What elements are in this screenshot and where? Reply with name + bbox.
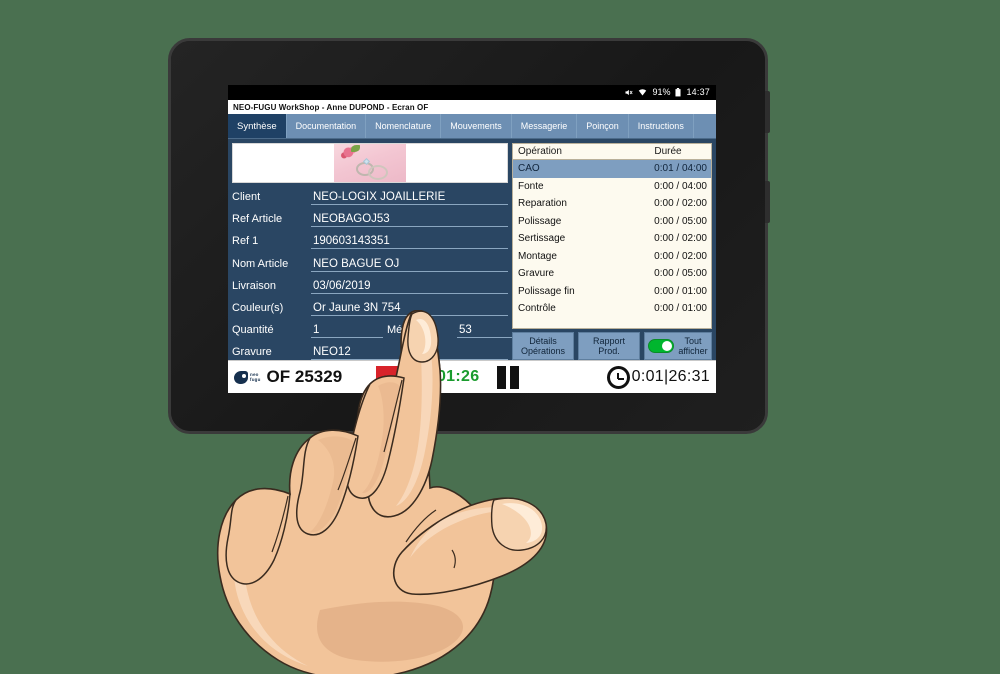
total-timer: 0:01|26:31 bbox=[606, 365, 710, 389]
hand-illustration bbox=[216, 310, 548, 674]
cell-operation: CAO bbox=[518, 163, 540, 175]
cell-operation: Reparation bbox=[518, 198, 567, 210]
cell-duration: 0:00 / 05:00 bbox=[654, 268, 707, 280]
clock-icon bbox=[606, 365, 630, 389]
table-row[interactable]: Fonte 0:00 / 04:00 bbox=[513, 178, 711, 196]
show-all-label-line2: afficher bbox=[678, 346, 708, 356]
rapport-prod-button[interactable]: Rapport Prod. bbox=[578, 332, 640, 360]
cell-duration: 0:00 / 01:00 bbox=[654, 303, 707, 315]
hand-shape bbox=[216, 310, 548, 674]
tab-nomenclature[interactable]: Nomenclature bbox=[366, 114, 442, 138]
mute-icon bbox=[624, 88, 634, 97]
tab-synthese[interactable]: Synthèse bbox=[228, 114, 287, 138]
table-row[interactable]: Reparation 0:00 / 02:00 bbox=[513, 195, 711, 213]
column-header-operation: Opération bbox=[518, 146, 562, 157]
cell-duration: 0:00 / 05:00 bbox=[654, 215, 707, 227]
tab-label: Nomenclature bbox=[375, 121, 432, 131]
field-label: Ref Article bbox=[232, 213, 283, 226]
cell-duration: 0:00 / 02:00 bbox=[654, 198, 707, 210]
show-all-toggle[interactable] bbox=[648, 339, 675, 353]
wedding-rings-photo bbox=[334, 144, 406, 182]
field-row-ref-article: Ref Article NEOBAGOJ53 bbox=[232, 205, 508, 228]
show-all-button[interactable]: Tout afficher bbox=[644, 332, 712, 360]
tab-label: Poinçon bbox=[586, 121, 619, 131]
field-row-ref1: Ref 1 190603143351 bbox=[232, 227, 508, 250]
cell-operation: Gravure bbox=[518, 268, 555, 280]
table-row[interactable]: Gravure 0:00 / 05:00 bbox=[513, 265, 711, 283]
tab-messagerie[interactable]: Messagerie bbox=[512, 114, 578, 138]
ring-shape-icon bbox=[368, 165, 388, 180]
field-row-livraison: Livraison 03/06/2019 bbox=[232, 272, 508, 294]
field-value-client[interactable]: NEO-LOGIX JOAILLERIE bbox=[311, 191, 508, 206]
field-value-ref1[interactable]: 190603143351 bbox=[311, 235, 508, 250]
total-timer-label: 0:01|26:31 bbox=[631, 368, 710, 385]
field-row-client: Client NEO-LOGIX JOAILLERIE bbox=[232, 183, 508, 206]
cell-operation: Polissage bbox=[518, 215, 562, 227]
tab-label: Mouvements bbox=[450, 121, 502, 131]
tab-mouvements[interactable]: Mouvements bbox=[441, 114, 512, 138]
show-all-label-line1: Tout bbox=[684, 335, 702, 346]
table-row[interactable]: Polissage 0:00 / 05:00 bbox=[513, 213, 711, 231]
tab-label: Synthèse bbox=[237, 120, 277, 132]
tab-label: Instructions bbox=[637, 121, 684, 131]
operations-table: Opération Durée CAO 0:01 / 04:00 Fonte 0… bbox=[512, 143, 712, 329]
battery-percent-label: 91% bbox=[652, 87, 671, 97]
cell-duration: 0:00 / 02:00 bbox=[654, 250, 707, 262]
tab-bar: Synthèse Documentation Nomenclature Mouv… bbox=[228, 114, 716, 139]
field-label: Nom Article bbox=[232, 257, 289, 270]
field-label: Ref 1 bbox=[232, 235, 259, 248]
toggle-knob bbox=[662, 341, 673, 351]
rose-decoration-icon bbox=[351, 145, 360, 152]
cell-duration: 0:00 / 02:00 bbox=[654, 233, 707, 245]
volume-button[interactable] bbox=[765, 181, 770, 223]
field-value-nom-article[interactable]: NEO BAGUE OJ bbox=[311, 258, 508, 272]
wifi-icon bbox=[638, 88, 647, 97]
tab-label: Documentation bbox=[295, 121, 357, 131]
cell-duration: 0:00 / 04:00 bbox=[654, 180, 707, 192]
cell-duration: 0:00 / 01:00 bbox=[654, 285, 707, 297]
table-row[interactable]: Montage 0:00 / 02:00 bbox=[513, 248, 711, 266]
app-title-label: NEO-FUGU WorkShop - Anne DUPOND - Ecran … bbox=[233, 102, 429, 112]
index-fingernail bbox=[407, 310, 439, 363]
tab-poincon[interactable]: Poinçon bbox=[577, 114, 629, 138]
tab-label: Messagerie bbox=[520, 121, 568, 131]
status-bar-clock: 14:37 bbox=[686, 87, 710, 97]
power-button[interactable] bbox=[765, 91, 770, 133]
android-status-bar: 91% 14:37 bbox=[228, 85, 716, 100]
cell-duration: 0:01 / 04:00 bbox=[654, 163, 707, 175]
table-row[interactable]: CAO 0:01 / 04:00 bbox=[513, 160, 711, 178]
cell-operation: Sertissage bbox=[518, 233, 566, 245]
article-photo[interactable] bbox=[232, 143, 508, 183]
column-header-duration: Durée bbox=[654, 146, 682, 157]
tab-documentation[interactable]: Documentation bbox=[287, 114, 367, 138]
cell-operation: Montage bbox=[518, 250, 557, 262]
battery-icon bbox=[675, 88, 681, 97]
field-value-ref-article[interactable]: NEOBAGOJ53 bbox=[311, 213, 508, 228]
table-row[interactable]: Sertissage 0:00 / 02:00 bbox=[513, 230, 711, 248]
field-label: Client bbox=[232, 191, 261, 204]
operations-table-header: Opération Durée bbox=[513, 144, 711, 160]
field-label: Livraison bbox=[232, 279, 277, 292]
field-value-livraison[interactable]: 03/06/2019 bbox=[311, 280, 508, 294]
rapport-button-label: Rapport Prod. bbox=[592, 335, 626, 356]
app-title-bar: NEO-FUGU WorkShop - Anne DUPOND - Ecran … bbox=[228, 100, 716, 114]
tab-instructions[interactable]: Instructions bbox=[629, 114, 694, 138]
table-row[interactable]: Polissage fin 0:00 / 01:00 bbox=[513, 283, 711, 301]
field-row-nom-article: Nom Article NEO BAGUE OJ bbox=[232, 249, 508, 272]
cell-operation: Polissage fin bbox=[518, 285, 575, 297]
cell-operation: Fonte bbox=[518, 180, 544, 192]
